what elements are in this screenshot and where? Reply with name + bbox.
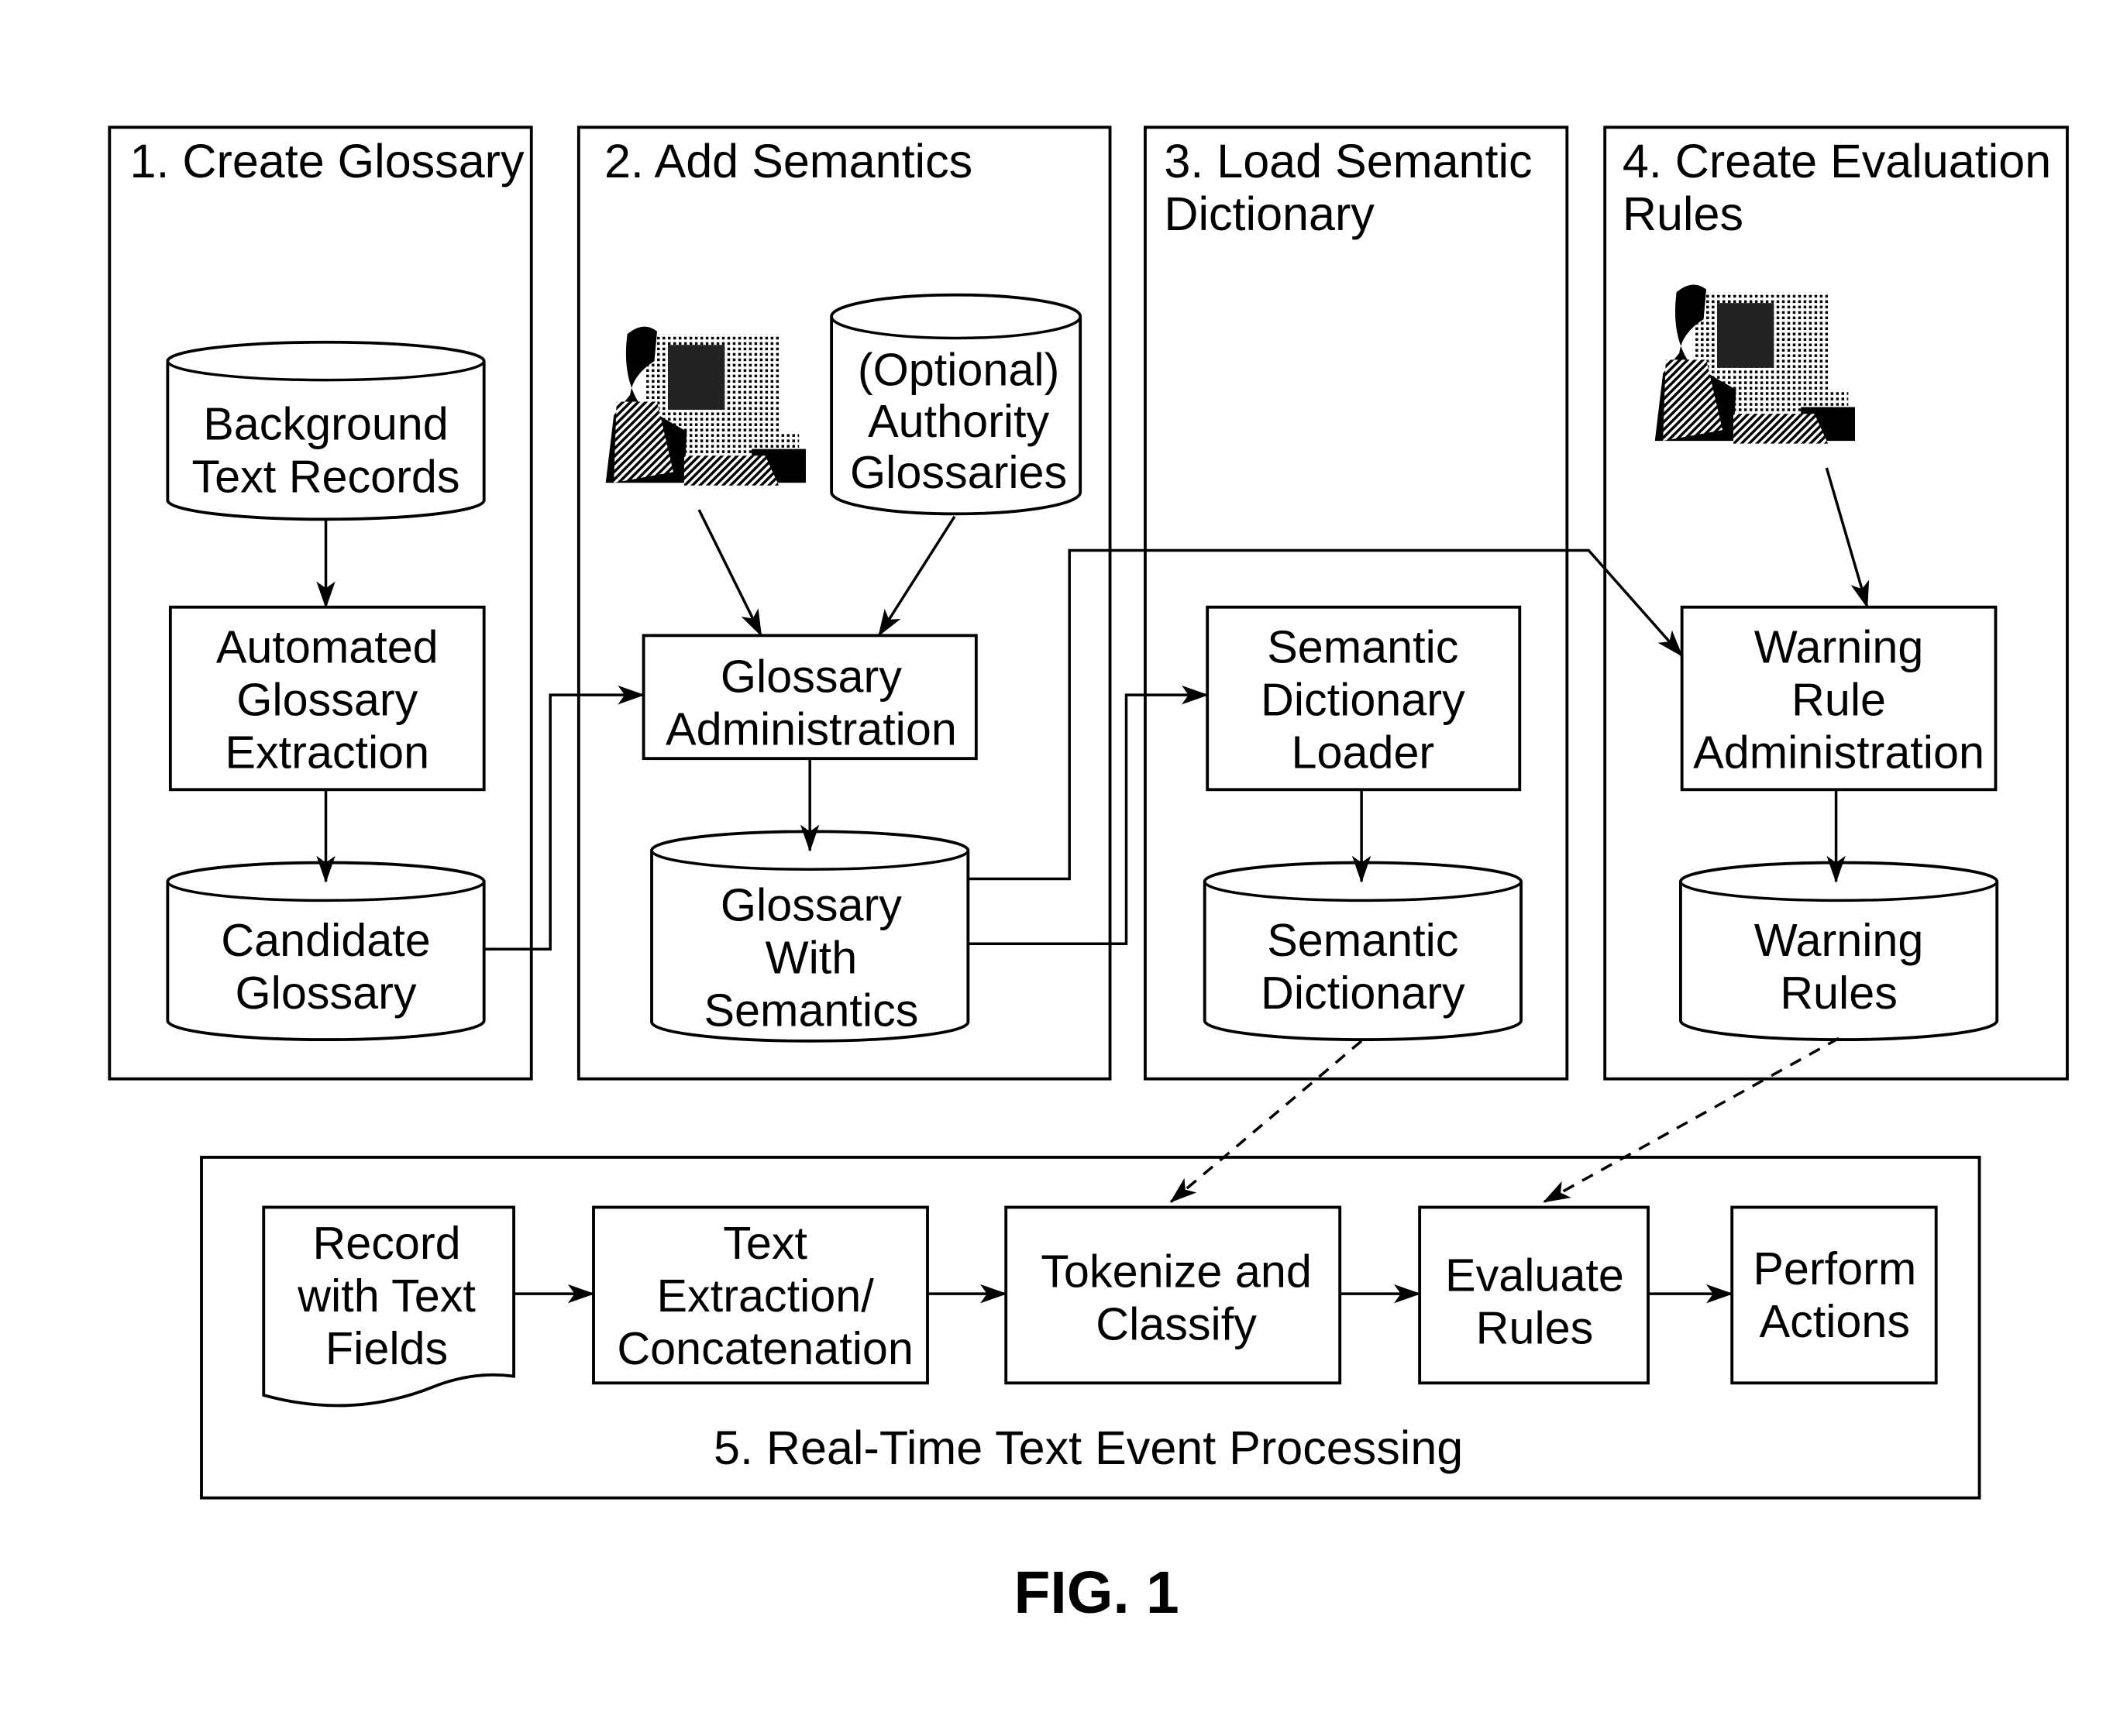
label: Extraction/ — [657, 1270, 875, 1322]
label: Warning — [1754, 620, 1924, 672]
panel-title: 1. Create Glossary — [130, 135, 525, 187]
label: Evaluate — [1445, 1250, 1624, 1301]
doc-record-with-text-fields: Record with Text Fields — [262, 1205, 515, 1408]
box-perform-actions: Perform Actions — [1730, 1205, 1938, 1385]
box-semantic-dictionary-loader: Semantic Dictionary Loader — [1206, 605, 1522, 792]
label: Actions — [1760, 1295, 1911, 1347]
label: Classify — [1096, 1298, 1257, 1349]
label: Semantics — [704, 985, 918, 1036]
panel-title-line1: 3. Load Semantic — [1164, 135, 1532, 187]
label: Glossary — [236, 967, 417, 1019]
db-semantic-dictionary: Semantic Dictionary — [1203, 861, 1523, 1042]
panel-title-line1: 4. Create Evaluation — [1623, 135, 2051, 187]
panel-title: 2. Add Semantics — [604, 135, 972, 187]
label: Rules — [1476, 1302, 1594, 1354]
label: Extraction — [225, 726, 429, 778]
box-tokenize-classify: Tokenize and Classify — [1004, 1205, 1342, 1385]
label: With — [766, 932, 858, 984]
panel-title-line2: Dictionary — [1164, 187, 1375, 240]
label: Tokenize and — [1041, 1245, 1312, 1297]
box-text-extraction: Text Extraction/ Concatenation — [592, 1205, 929, 1385]
label: Glossary — [721, 879, 902, 931]
panel-title-line2: Rules — [1623, 187, 1743, 240]
label: Administration — [666, 703, 957, 755]
db-background-text-records: Background Text Records — [166, 340, 486, 521]
label: Loader — [1292, 726, 1435, 778]
box-glossary-administration: Glossary Administration — [642, 634, 978, 761]
panel-title: 5. Real-Time Text Event Processing — [714, 1421, 1463, 1474]
db-candidate-glossary: Candidate Glossary — [166, 861, 486, 1042]
box-automated-glossary-extraction: Automated Glossary Extraction — [168, 605, 486, 792]
label: Glossary — [236, 673, 418, 725]
label: Background — [203, 397, 449, 449]
label: Candidate — [221, 914, 430, 966]
user-at-computer-icon — [605, 326, 806, 486]
box-warning-rule-administration: Warning Rule Administration — [1680, 605, 1998, 792]
label: Record — [312, 1217, 460, 1269]
label: Perform — [1753, 1243, 1916, 1294]
label: Semantic — [1267, 620, 1458, 672]
label: Warning — [1754, 914, 1924, 966]
label: Authority — [868, 395, 1049, 447]
figure-label: FIG. 1 — [1014, 1560, 1179, 1626]
label: Dictionary — [1261, 673, 1465, 725]
label: Rules — [1780, 967, 1898, 1019]
label: Text Records — [191, 450, 459, 502]
db-glossary-with-semantics: Glossary With Semantics — [650, 830, 970, 1043]
label: Rule — [1791, 673, 1886, 725]
label: Dictionary — [1261, 967, 1465, 1019]
label: Fields — [325, 1322, 448, 1374]
label: (Optional) — [858, 344, 1059, 396]
label: Automated — [216, 620, 439, 672]
label: Semantic — [1267, 914, 1458, 966]
db-warning-rules: Warning Rules — [1678, 861, 1999, 1042]
label: with Text — [297, 1270, 476, 1322]
label: Concatenation — [617, 1322, 914, 1374]
diagram: 1. Create Glossary 2. Add Semantics 3. L… — [108, 125, 2069, 1626]
label: Administration — [1693, 726, 1984, 778]
label: Glossary — [721, 651, 902, 703]
label: Glossaries — [850, 446, 1067, 498]
box-evaluate-rules: Evaluate Rules — [1418, 1205, 1650, 1385]
label: Text — [723, 1217, 807, 1269]
user-at-computer-icon — [1654, 284, 1855, 444]
db-optional-authority-glossaries: (Optional) Authority Glossaries — [830, 293, 1082, 516]
